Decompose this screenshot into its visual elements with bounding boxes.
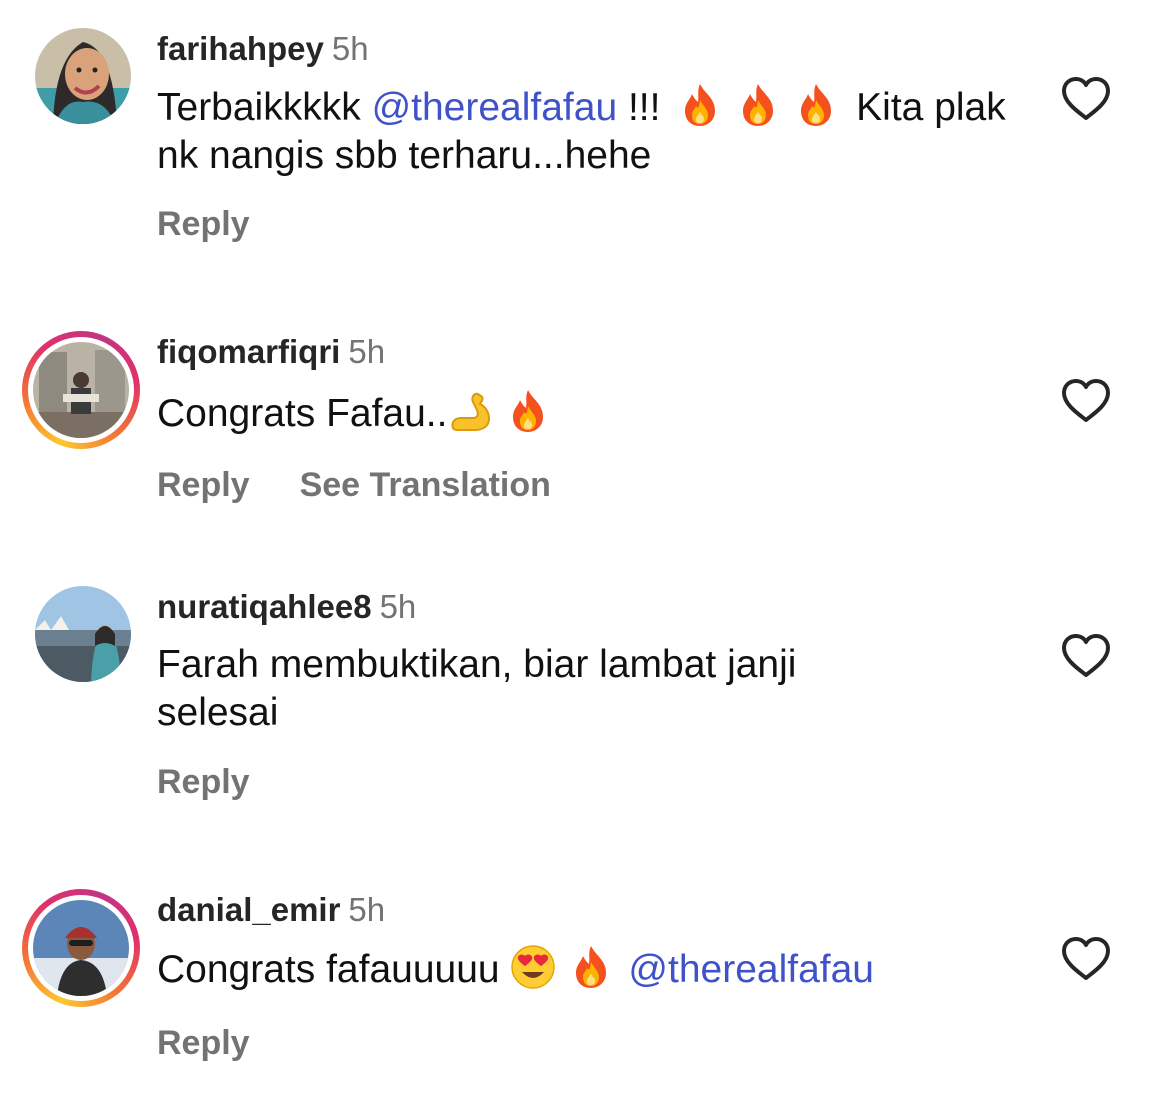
mention-link[interactable]: @therealfafau xyxy=(628,948,874,991)
timestamp: 5h xyxy=(379,588,417,625)
comment-header: nuratiqahlee8 5h xyxy=(157,587,416,627)
see-translation-button[interactable]: See Translation xyxy=(300,466,551,504)
username[interactable]: danial_emir xyxy=(157,891,340,928)
avatar-story-ring[interactable] xyxy=(22,331,140,449)
reply-button[interactable]: Reply xyxy=(157,205,250,243)
avatar[interactable] xyxy=(35,586,131,682)
heart-icon[interactable] xyxy=(1060,378,1112,424)
fire-emoji-icon xyxy=(568,944,614,990)
heart-eyes-emoji-icon xyxy=(510,944,556,990)
timestamp: 5h xyxy=(348,333,386,370)
fire-emoji-icon xyxy=(505,388,551,434)
fire-emoji-icon xyxy=(735,82,781,128)
fire-emoji-icon xyxy=(677,82,723,128)
timestamp: 5h xyxy=(331,30,369,67)
profile-photo xyxy=(35,28,131,124)
comment-header: farihahpey 5h xyxy=(157,29,369,69)
mention-link[interactable]: @therealfafau xyxy=(372,86,618,129)
flexed-biceps-emoji-icon xyxy=(447,388,493,434)
heart-icon[interactable] xyxy=(1060,76,1112,122)
profile-photo xyxy=(35,586,131,682)
comment-actions: Reply xyxy=(157,204,250,244)
comment-text: Congrats fafauuuuu @therealfafau xyxy=(157,944,1017,994)
comment-actions: Reply xyxy=(157,1023,250,1063)
reply-button[interactable]: Reply xyxy=(157,466,250,504)
profile-photo xyxy=(33,900,129,996)
username[interactable]: farihahpey xyxy=(157,30,324,67)
comment-text: Congrats Fafau.. xyxy=(157,388,1017,438)
profile-photo xyxy=(33,342,129,438)
comment-actions: Reply See Translation xyxy=(157,465,551,505)
comment-text: Farah membuktikan, biar lambat janji sel… xyxy=(157,643,797,734)
reply-button[interactable]: Reply xyxy=(157,763,250,801)
comment-actions: Reply xyxy=(157,762,250,802)
username[interactable]: nuratiqahlee8 xyxy=(157,588,372,625)
timestamp: 5h xyxy=(348,891,386,928)
username[interactable]: fiqomarfiqri xyxy=(157,333,340,370)
comment-text: Terbaikkkkk @therealfafau !!! Kita plak … xyxy=(157,82,1017,180)
heart-icon[interactable] xyxy=(1060,936,1112,982)
reply-button[interactable]: Reply xyxy=(157,1024,250,1062)
avatar[interactable] xyxy=(35,28,131,124)
comment-header: danial_emir 5h xyxy=(157,890,385,930)
avatar-story-ring[interactable] xyxy=(22,889,140,1007)
heart-icon[interactable] xyxy=(1060,633,1112,679)
comment-header: fiqomarfiqri 5h xyxy=(157,332,385,372)
fire-emoji-icon xyxy=(793,82,839,128)
